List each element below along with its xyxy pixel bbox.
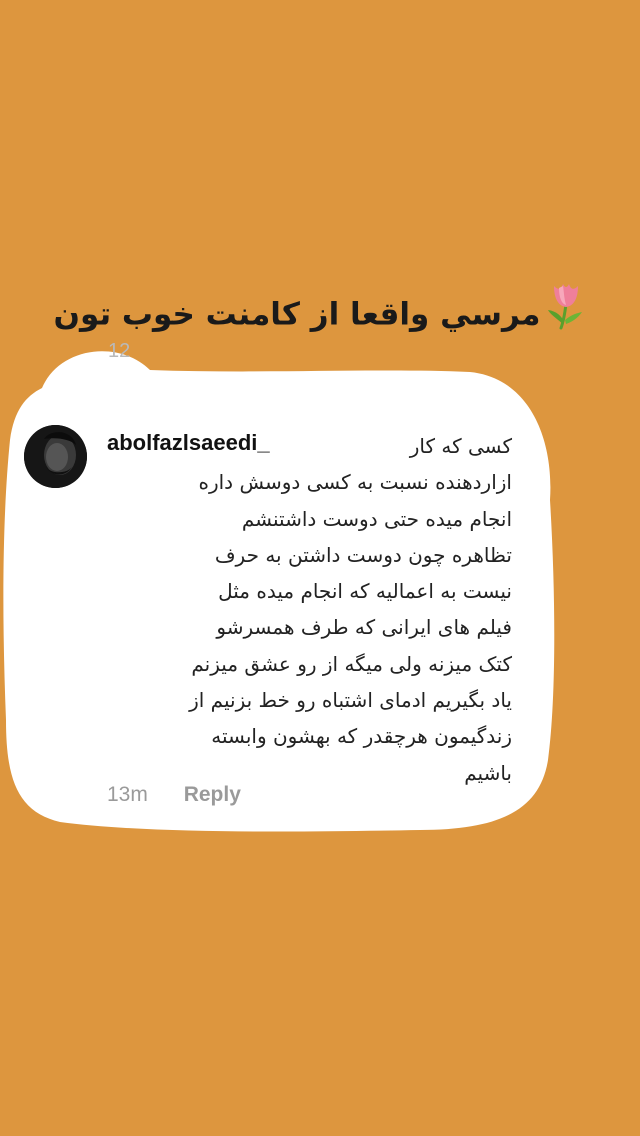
comment-line: انجام میده حتی دوست داشتنشم bbox=[241, 506, 512, 531]
comment-line: نیست به اعمالیه که انجام میده مثل bbox=[218, 579, 512, 604]
comment-line: ازاردهنده نسبت به کسی دوسش داره bbox=[198, 470, 512, 495]
comment-text: کسی که کار ازاردهنده نسبت به کسی دوسش دا… bbox=[100, 428, 512, 791]
comment-line: زندگیمون هرچقدر که بهشون وابسته bbox=[211, 724, 512, 749]
comment-meta: 13m Reply bbox=[107, 783, 241, 807]
comment-timestamp: 13m bbox=[107, 783, 148, 806]
comment-line: کتک میزنه ولی میگه از رو عشق میزنم bbox=[191, 651, 512, 676]
comment-line: فیلم های ایرانی که طرف همسرشو bbox=[216, 615, 512, 640]
avatar[interactable] bbox=[24, 425, 87, 488]
tulip-icon bbox=[546, 280, 586, 352]
comment-line: کسی که کار bbox=[409, 434, 512, 458]
headline-text: مرسي واقعا از كامنت خوب تون bbox=[53, 296, 541, 333]
comment-line: تظاهره چون دوست داشتن به حرف bbox=[214, 542, 512, 567]
comment-line: یاد بگیریم ادمای اشتباه رو خط بزنیم از bbox=[189, 688, 512, 713]
reply-button[interactable]: Reply bbox=[184, 783, 241, 806]
story-headline: مرسي واقعا از كامنت خوب تون bbox=[40, 280, 600, 344]
